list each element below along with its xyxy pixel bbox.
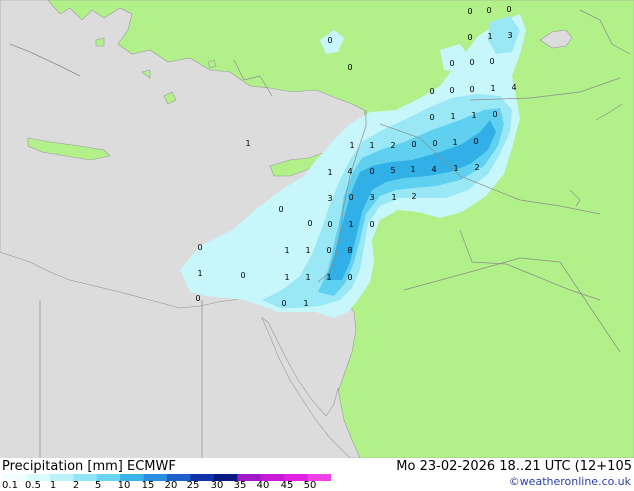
point-value: 1 (410, 165, 415, 174)
point-value: 0 (326, 246, 331, 255)
point-value: 0 (492, 110, 497, 119)
point-value: 0 (449, 59, 454, 68)
point-value: 0 (369, 220, 374, 229)
point-value: 0 (195, 294, 200, 303)
point-value: 0 (347, 273, 352, 282)
point-value: 1 (284, 273, 289, 282)
point-value: 1 (369, 141, 374, 150)
point-value: 0 (429, 87, 434, 96)
map-title: Precipitation [mm] ECMWF (2, 459, 176, 474)
point-value: 0 (467, 33, 472, 42)
legend-tick-label: 35 (233, 480, 247, 491)
point-value: 0 (240, 271, 245, 280)
point-value: 1 (326, 273, 331, 282)
point-value: 0 (281, 299, 286, 308)
point-value: 1 (197, 269, 202, 278)
point-value: 3 (327, 194, 332, 203)
point-value: 8 (347, 246, 352, 255)
credit-link[interactable]: ©weatheronline.co.uk (509, 475, 631, 488)
point-value: 3 (507, 31, 512, 40)
point-value: 4 (511, 83, 516, 92)
point-value: 5 (390, 166, 395, 175)
point-value: 0 (348, 193, 353, 202)
legend-tick-label: 20 (164, 480, 178, 491)
point-value: 0 (347, 63, 352, 72)
point-value: 0 (489, 57, 494, 66)
point-value: 4 (431, 165, 436, 174)
legend-tick-label: 30 (210, 480, 224, 491)
legend-tick-label: 50 (303, 480, 317, 491)
point-value: 1 (305, 246, 310, 255)
point-value: 0 (327, 220, 332, 229)
legend-tick-label: 25 (186, 480, 200, 491)
point-value: 4 (347, 167, 352, 176)
point-value: 1 (348, 220, 353, 229)
point-value: 1 (453, 164, 458, 173)
legend-tick-label: 5 (94, 480, 102, 491)
footer: Precipitation [mm] ECMWF Mo 23-02-2026 1… (0, 458, 634, 491)
point-value: 0 (369, 167, 374, 176)
legend-tick-label: 45 (280, 480, 294, 491)
point-value: 0 (432, 139, 437, 148)
point-value: 1 (284, 246, 289, 255)
point-value: 0 (307, 219, 312, 228)
point-value: 1 (327, 168, 332, 177)
point-value: 1 (245, 139, 250, 148)
point-value: 1 (490, 84, 495, 93)
legend-tick-label: 15 (141, 480, 155, 491)
point-value: 0 (411, 140, 416, 149)
point-value: 1 (487, 32, 492, 41)
legend-tick-label: 40 (256, 480, 270, 491)
point-value: 2 (411, 192, 416, 201)
point-value: 1 (305, 273, 310, 282)
point-value: 0 (467, 7, 472, 16)
point-value: 1 (303, 299, 308, 308)
point-value: 1 (450, 112, 455, 121)
point-value: 0 (486, 6, 491, 15)
point-value: 0 (197, 243, 202, 252)
point-value: 0 (469, 58, 474, 67)
legend-tick-label: 1 (49, 480, 57, 491)
point-value: 0 (506, 5, 511, 14)
point-value: 2 (390, 141, 395, 150)
point-value: 0 (429, 113, 434, 122)
forecast-datetime: Mo 23-02-2026 18..21 UTC (12+105 (396, 459, 632, 474)
point-value: 0 (469, 85, 474, 94)
legend-tick-label: 2 (72, 480, 80, 491)
point-value: 1 (471, 111, 476, 120)
legend-tick-label: 10 (117, 480, 131, 491)
point-value: 0 (278, 205, 283, 214)
point-value: 0 (449, 86, 454, 95)
precipitation-map: 0 0 0 0 1 3 0 0 0 0 0 0 0 0 1 4 0 1 1 0 1 1 2 0 0 1 0 1 1 4 0 5 1 4 1 2 3 0 3 1… (0, 0, 634, 458)
legend-tick-label: 0.5 (25, 480, 41, 491)
point-value: 1 (391, 193, 396, 202)
point-value: 1 (349, 141, 354, 150)
legend-tick-label: 0.1 (2, 480, 18, 491)
point-value: 0 (327, 36, 332, 45)
point-value: 2 (474, 163, 479, 172)
point-value: 1 (452, 138, 457, 147)
point-value: 0 (473, 137, 478, 146)
point-value: 3 (369, 193, 374, 202)
